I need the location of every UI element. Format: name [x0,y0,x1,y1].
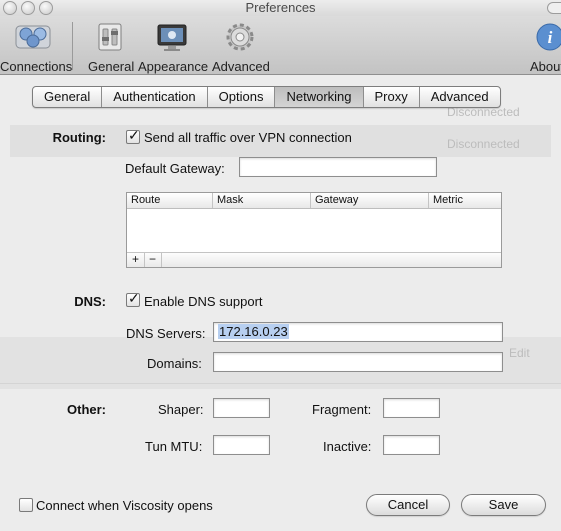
routes-table-footer: + − [127,252,501,267]
tab-general[interactable]: General [33,87,103,107]
remove-route-button[interactable]: − [144,253,162,267]
shaper-label: Shaper: [158,402,204,417]
checkmark-icon: ✓ [128,290,140,306]
checkmark-icon: ✓ [128,127,140,143]
tab-proxy[interactable]: Proxy [364,87,420,107]
toolbar-item-about[interactable]: i About [530,20,561,74]
settings-switch-icon [98,23,122,51]
gear-icon [226,23,254,51]
svg-text:i: i [548,28,553,47]
dns-section-label: DNS: [74,294,106,309]
send-all-traffic-label: Send all traffic over VPN connection [144,130,352,145]
save-button[interactable]: Save [461,494,546,516]
tab-options[interactable]: Options [208,87,276,107]
toolbar-label: General [88,59,135,74]
dns-servers-value: 172.16.0.23 [218,324,289,339]
settings-tabs: General Authentication Options Networkin… [32,86,501,108]
toolbar-item-connections[interactable]: Connections [0,20,72,74]
routes-table[interactable]: Route Mask Gateway Metric + − [126,192,502,268]
shaper-field[interactable] [213,398,270,418]
column-header-metric[interactable]: Metric [429,193,501,208]
connect-on-open-checkbox[interactable] [19,498,33,512]
routing-section-label: Routing: [52,130,106,145]
toolbar-label: Appearance [138,59,209,74]
enable-dns-label: Enable DNS support [144,294,263,309]
column-header-gateway[interactable]: Gateway [311,193,429,208]
default-gateway-label: Default Gateway: [125,161,225,176]
tab-networking[interactable]: Networking [275,87,364,107]
other-section-label: Other: [67,402,106,417]
send-all-traffic-checkbox[interactable]: ✓ [126,127,140,144]
domains-field[interactable] [213,352,503,372]
add-route-button[interactable]: + [127,253,145,267]
connect-on-open-label: Connect when Viscosity opens [36,498,213,513]
toolbar-item-appearance[interactable]: Appearance [138,20,208,74]
cancel-button[interactable]: Cancel [366,494,450,516]
dns-servers-label: DNS Servers: [126,326,206,341]
fragment-field[interactable] [383,398,440,418]
network-globe-icon [15,25,51,49]
toolbar-label: Connections [0,59,73,74]
domains-label: Domains: [147,356,202,371]
section-divider [0,383,561,384]
tab-authentication[interactable]: Authentication [102,87,208,107]
toolbar-label: About [530,59,561,74]
inactive-label: Inactive: [323,439,372,454]
tun-mtu-label: Tun MTU: [145,439,203,454]
toolbar-item-general[interactable]: General [88,20,134,74]
routes-table-header: Route Mask Gateway Metric [127,193,501,209]
column-header-route[interactable]: Route [127,193,213,208]
preferences-toolbar: Connections General Appearance Advanced [0,16,561,75]
toolbar-label: Advanced [212,59,270,74]
tab-advanced[interactable]: Advanced [420,87,500,107]
window-title: Preferences [245,0,316,15]
fragment-label: Fragment: [312,402,372,417]
tun-mtu-field[interactable] [213,435,270,455]
inactive-field[interactable] [383,435,440,455]
default-gateway-field[interactable] [239,157,437,177]
background-status-2: Disconnected [447,137,520,151]
display-icon [157,24,187,51]
info-icon: i [536,23,561,51]
title-bar: Preferences [0,0,561,16]
background-edit-label: Edit [509,346,530,360]
toolbar-toggle-button[interactable] [547,2,561,14]
enable-dns-checkbox[interactable]: ✓ [126,290,140,307]
toolbar-item-advanced[interactable]: Advanced [212,20,270,74]
column-header-mask[interactable]: Mask [213,193,311,208]
toolbar-separator [72,22,73,70]
dns-servers-field[interactable]: 172.16.0.23 [213,322,503,342]
